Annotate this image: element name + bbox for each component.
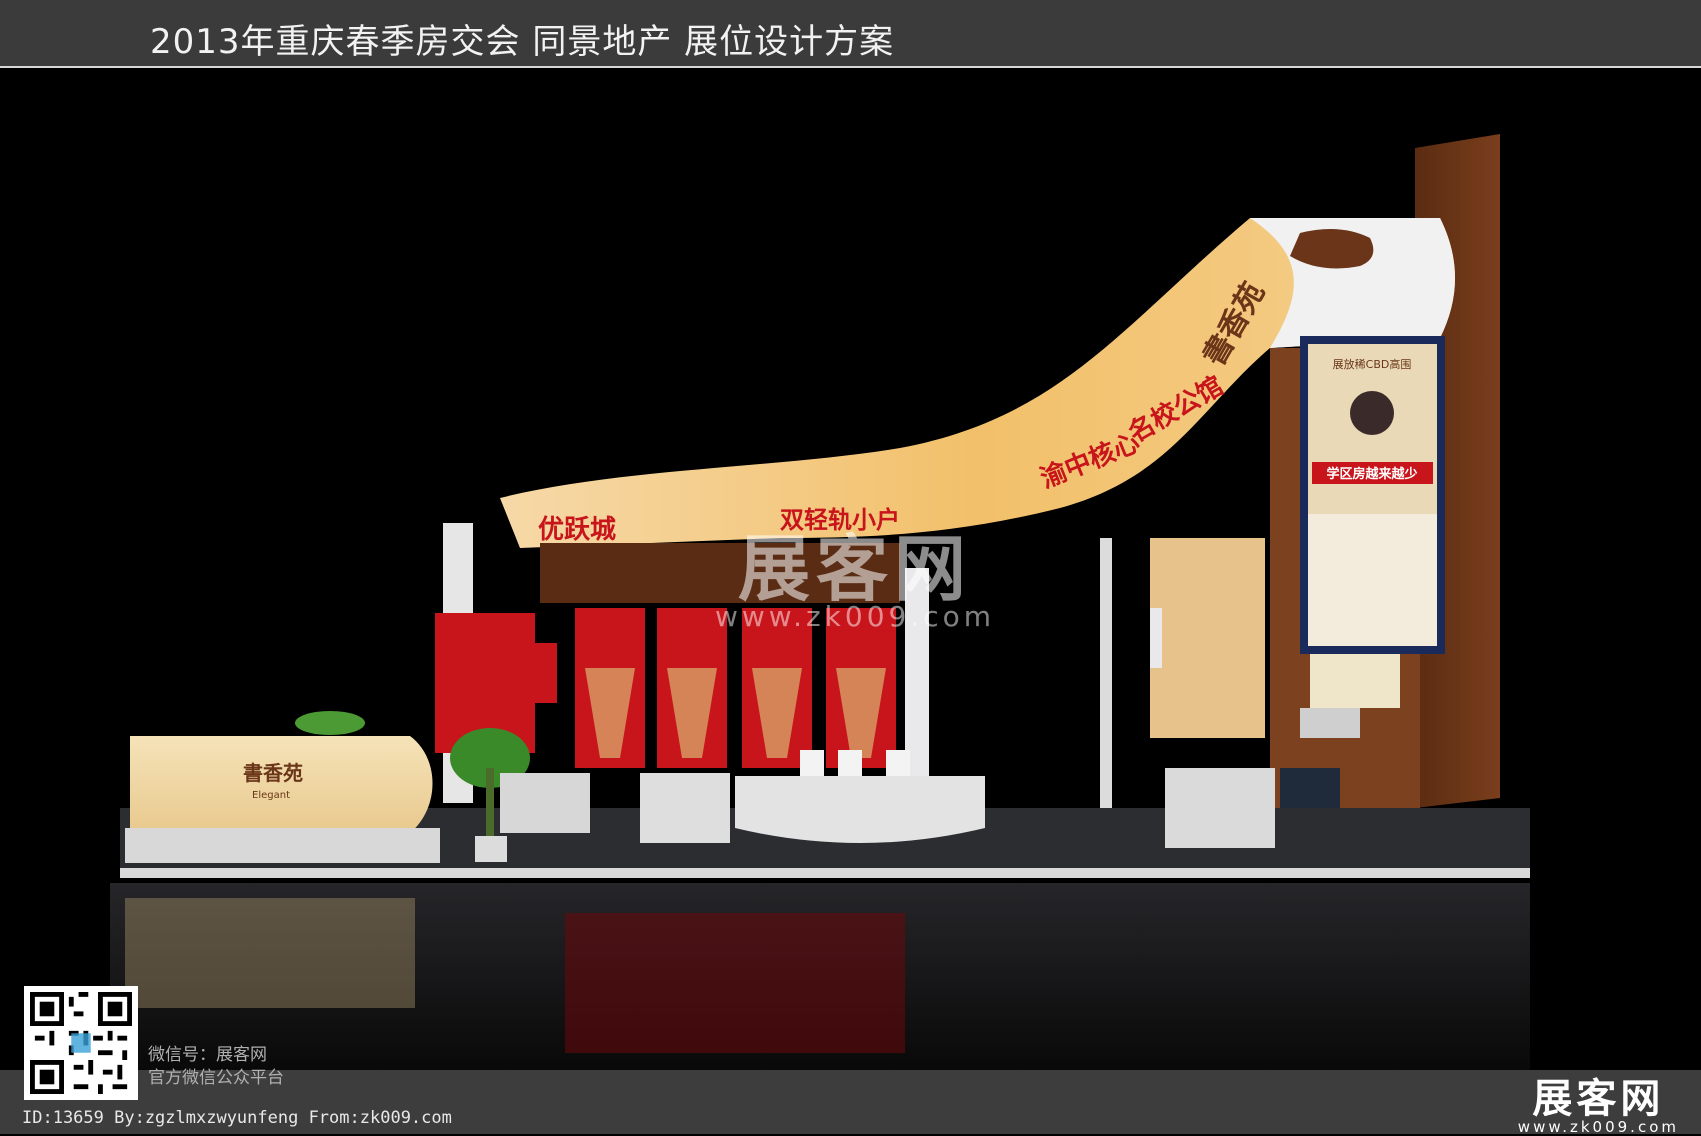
- hanging-poster-bottom: [1308, 514, 1437, 646]
- poster-portrait: [1350, 391, 1394, 435]
- right-counter-dark: [1280, 768, 1340, 808]
- footer-meta: ID:13659 By:zgzlmxzwyunfeng From:zk009.c…: [22, 1108, 452, 1128]
- model-box-1: [800, 750, 824, 776]
- right-inner-wall: [1150, 538, 1265, 738]
- corner-watermark: 展客网 www.zk009.com: [1518, 1066, 1679, 1136]
- right-inner-poster: [1150, 608, 1162, 668]
- center-watermark-url: www.zk009.com: [714, 600, 996, 633]
- corner-watermark-text: 展客网: [1532, 1075, 1665, 1122]
- qr-pattern: [30, 992, 132, 1094]
- table-2: [640, 773, 730, 843]
- central-table: [735, 776, 985, 843]
- right-table: [1165, 768, 1275, 848]
- reflection-posters: [565, 913, 905, 1053]
- title-bar: 2013年重庆春季房交会 同景地产 展位设计方案: [0, 0, 1701, 68]
- poster-headline: 学区房越来越少: [1326, 466, 1417, 482]
- corner-watermark-url: www.zk009.com: [1517, 1118, 1679, 1136]
- floor-edge: [120, 868, 1530, 878]
- counter-brand-name: 書香苑: [243, 761, 303, 785]
- reflection-counter: [125, 898, 415, 1008]
- counter-base: [125, 828, 440, 863]
- right-showcase: [1300, 708, 1360, 738]
- pillar-right: [1100, 538, 1112, 808]
- page-title: 2013年重庆春季房交会 同景地产 展位设计方案: [150, 22, 895, 62]
- model-box-3: [886, 750, 910, 776]
- slogan-youyue: 优跃城: [538, 515, 616, 545]
- model-box-2: [838, 750, 862, 776]
- counter-brand-en: Elegant: [252, 790, 290, 801]
- poster-subtitle: 展放稀CBD高围: [1333, 357, 1412, 371]
- qr-label-wechat: 微信号：展客网: [148, 1045, 267, 1065]
- left-small-panel: [535, 643, 557, 703]
- plant-counter: [295, 711, 365, 735]
- qr-label-platform: 官方微信公众平台: [148, 1068, 284, 1088]
- table-1: [500, 773, 590, 833]
- qr-code-icon: [24, 986, 138, 1100]
